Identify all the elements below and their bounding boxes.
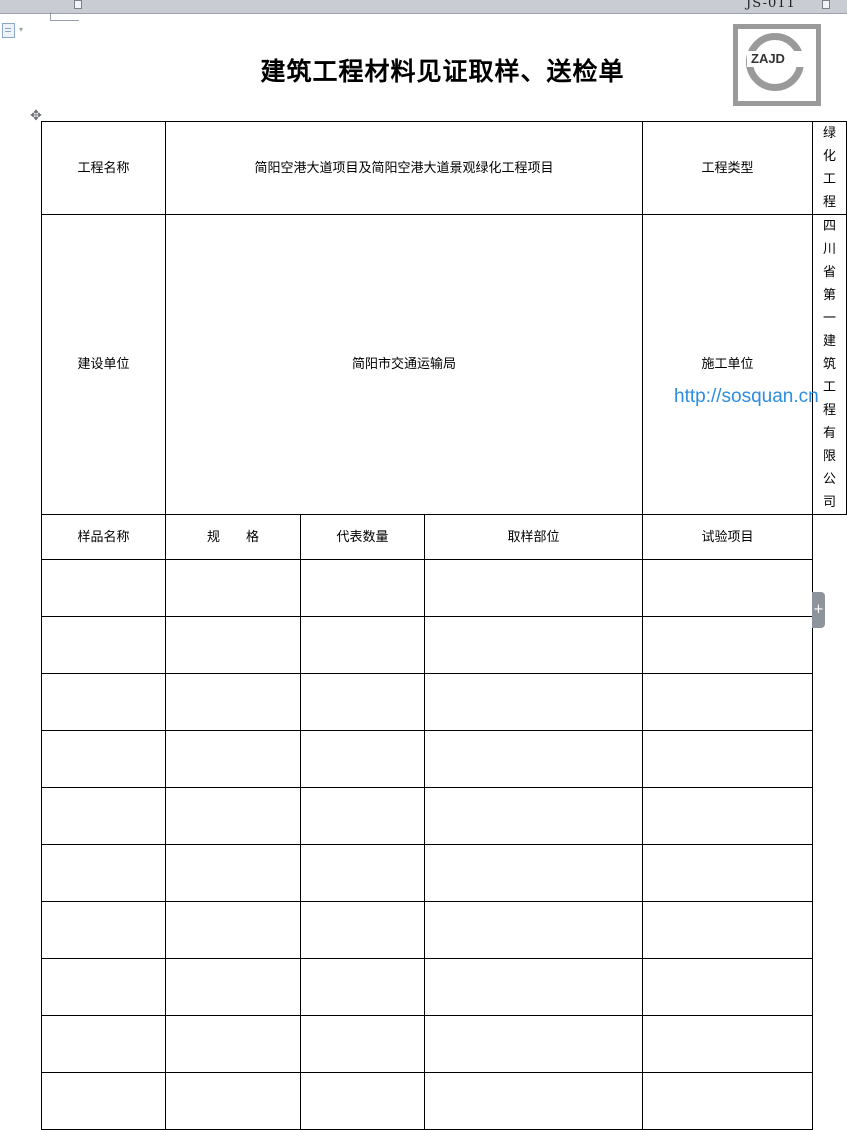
chevron-down-icon[interactable]: ▾	[19, 25, 23, 34]
table-cell[interactable]	[165, 559, 301, 617]
project-type-label: 工程类型	[642, 121, 813, 215]
table-cell[interactable]	[165, 1072, 301, 1130]
column-header: 试验项目	[642, 514, 813, 560]
table-cell[interactable]	[165, 673, 301, 731]
table-cell[interactable]	[300, 1072, 425, 1130]
table-cell[interactable]	[424, 673, 643, 731]
table-cell[interactable]	[300, 730, 425, 788]
ruler-right-marker[interactable]	[822, 0, 830, 9]
table-row	[41, 787, 847, 845]
table-row	[41, 901, 847, 959]
column-header: 规 格	[165, 514, 301, 560]
table-cell[interactable]	[424, 1015, 643, 1073]
table-cell[interactable]	[642, 901, 813, 959]
table-cell[interactable]	[41, 901, 166, 959]
table-cell[interactable]	[41, 958, 166, 1016]
table-cell[interactable]	[300, 901, 425, 959]
table-cell[interactable]	[424, 1072, 643, 1130]
table-cell[interactable]	[300, 844, 425, 902]
info-row-builder: 建设单位 简阳市交通运输局 施工单位 四川省第一建筑工程有限公司	[41, 214, 847, 515]
table-cell[interactable]	[41, 673, 166, 731]
page-corner-mark	[50, 12, 79, 21]
table-cell[interactable]	[642, 1072, 813, 1130]
table-cell[interactable]	[424, 958, 643, 1016]
table-cell[interactable]	[165, 844, 301, 902]
table-cell[interactable]	[165, 616, 301, 674]
page-title: 建筑工程材料见证取样、送检单	[260, 57, 625, 86]
builder-value[interactable]: 简阳市交通运输局	[165, 214, 643, 515]
expand-panel-button[interactable]: +	[812, 592, 825, 628]
table-cell[interactable]	[165, 730, 301, 788]
ruler-indent-marker[interactable]	[74, 0, 82, 9]
table-cell[interactable]	[642, 673, 813, 731]
table-cell[interactable]	[300, 616, 425, 674]
table-cell[interactable]	[41, 559, 166, 617]
table-row	[41, 673, 847, 731]
table-row	[41, 1072, 847, 1130]
contractor-label: 施工单位	[642, 214, 813, 515]
table-cell[interactable]	[41, 844, 166, 902]
table-cell[interactable]	[165, 1015, 301, 1073]
project-type-value[interactable]: 绿化工程	[812, 121, 847, 215]
ruler-bar	[0, 0, 847, 14]
table-cell[interactable]	[300, 958, 425, 1016]
table-cell[interactable]	[41, 1015, 166, 1073]
table-row	[41, 730, 847, 788]
column-header: 代表数量	[300, 514, 425, 560]
table-row	[41, 958, 847, 1016]
table-cell[interactable]	[642, 730, 813, 788]
project-name-value[interactable]: 简阳空港大道项目及简阳空港大道景观绿化工程项目	[165, 121, 643, 215]
document-code: JS-011	[746, 0, 796, 11]
watermark-link[interactable]: http://sosquan.cn	[674, 386, 819, 408]
table-cell[interactable]	[642, 844, 813, 902]
table-cell[interactable]	[300, 787, 425, 845]
project-name-label: 工程名称	[41, 121, 166, 215]
table-cell[interactable]	[300, 1015, 425, 1073]
table-row	[41, 844, 847, 902]
table-cell[interactable]	[642, 787, 813, 845]
table-cell[interactable]	[165, 787, 301, 845]
table-cell[interactable]	[165, 958, 301, 1016]
table-cell[interactable]	[41, 730, 166, 788]
logo-text: ZAJD	[751, 51, 785, 66]
table-cell[interactable]	[642, 616, 813, 674]
table-cell[interactable]	[165, 901, 301, 959]
table-cell[interactable]	[642, 559, 813, 617]
table-cell[interactable]	[424, 901, 643, 959]
table-cell[interactable]	[424, 730, 643, 788]
table-row	[41, 559, 847, 617]
table-cell[interactable]	[41, 616, 166, 674]
sampling-form-table: 工程名称 简阳空港大道项目及简阳空港大道景观绿化工程项目 工程类型 绿化工程 建设单位简…	[41, 121, 847, 1130]
table-row	[41, 1015, 847, 1073]
table-cell[interactable]	[41, 787, 166, 845]
info-row-project: 工程名称 简阳空港大道项目及简阳空港大道景观绿化工程项目 工程类型 绿化工程	[41, 121, 847, 215]
builder-label: 建设单位	[41, 214, 166, 515]
contractor-value[interactable]: 四川省第一建筑工程有限公司	[812, 214, 847, 515]
document-icon[interactable]	[2, 23, 15, 38]
table-cell[interactable]	[424, 559, 643, 617]
company-logo: ZAJD	[733, 24, 821, 106]
table-row	[41, 616, 847, 674]
table-cell[interactable]	[300, 673, 425, 731]
table-cell[interactable]	[642, 1015, 813, 1073]
column-header: 样品名称	[41, 514, 166, 560]
table-cell[interactable]	[424, 787, 643, 845]
table-cell[interactable]	[424, 844, 643, 902]
table-cell[interactable]	[41, 1072, 166, 1130]
table-header-row: 样品名称规 格代表数量 取样部位 试验项目	[41, 514, 847, 560]
table-cell[interactable]	[424, 616, 643, 674]
table-cell[interactable]	[300, 559, 425, 617]
table-cell[interactable]	[642, 958, 813, 1016]
column-header: 取样部位	[424, 514, 643, 560]
